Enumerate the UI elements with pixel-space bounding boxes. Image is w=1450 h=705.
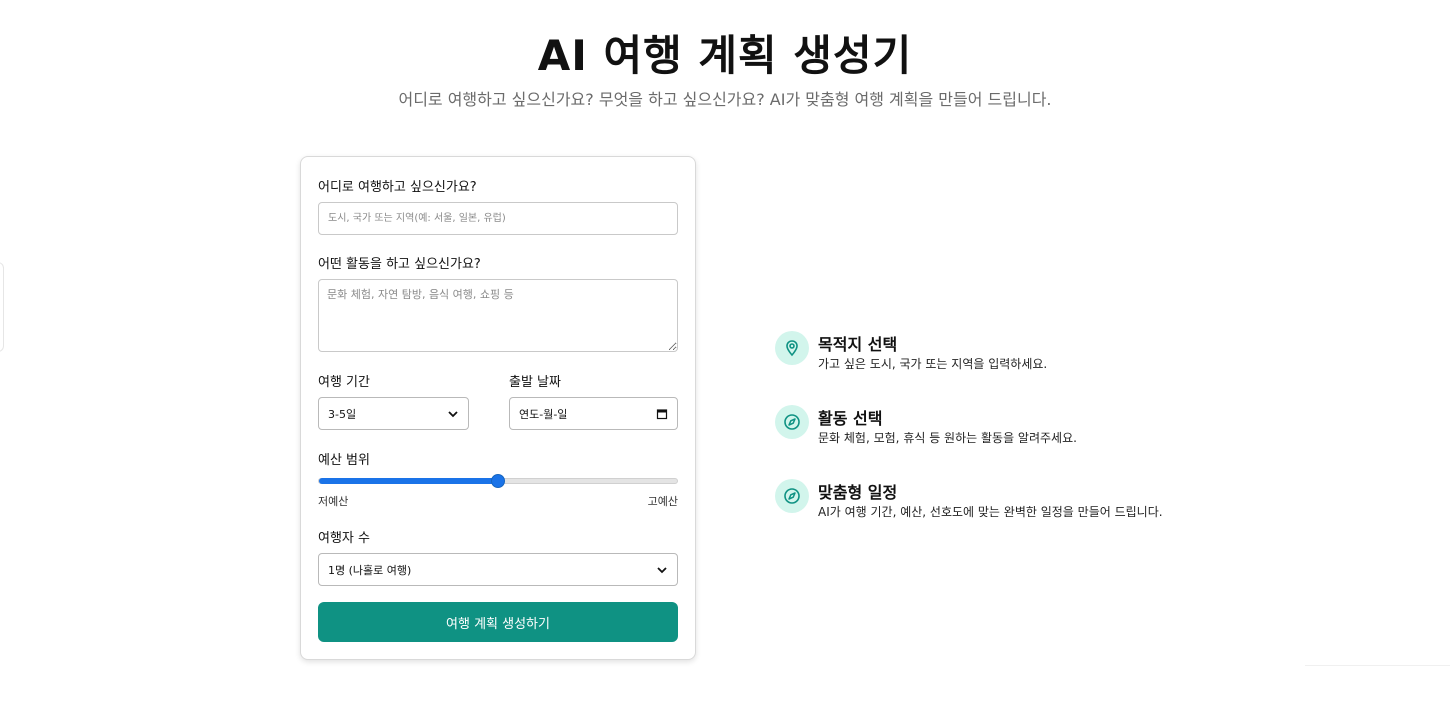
start-date-value: 연도-월-일	[519, 407, 568, 421]
duration-select[interactable]: 3-5일	[318, 397, 469, 430]
travelers-selected-value: 1명 (나홀로 여행)	[328, 563, 412, 577]
start-date-input[interactable]: 연도-월-일	[509, 397, 678, 430]
travelers-label: 여행자 수	[318, 531, 370, 546]
compass-icon	[784, 414, 800, 430]
budget-label: 예산 범위	[318, 453, 370, 468]
duration-label: 여행 기간	[318, 375, 370, 390]
budget-slider-thumb[interactable]	[491, 474, 505, 488]
feature-icon-badge	[775, 405, 809, 439]
activities-textarea[interactable]	[318, 279, 678, 352]
feature-title: 맞춤형 일정	[818, 483, 898, 502]
calendar-icon[interactable]	[656, 408, 668, 420]
budget-max-label: 고예산	[647, 495, 678, 508]
duration-selected-value: 3-5일	[328, 407, 357, 421]
travelers-select[interactable]: 1명 (나홀로 여행)	[318, 553, 678, 586]
budget-slider[interactable]	[318, 474, 678, 488]
feature-description: 가고 싶은 도시, 국가 또는 지역을 입력하세요.	[818, 357, 1048, 371]
feature-title: 목적지 선택	[818, 335, 898, 354]
activities-label: 어떤 활동을 하고 싶으신가요?	[318, 257, 481, 272]
generate-plan-button[interactable]: 여행 계획 생성하기	[318, 602, 678, 642]
budget-min-label: 저예산	[318, 495, 349, 508]
location-pin-icon	[786, 340, 798, 357]
page-subtitle: 어디로 여행하고 싶으신가요? 무엇을 하고 싶으신가요? AI가 맞춤형 여행…	[398, 90, 1052, 109]
destination-input[interactable]	[318, 202, 678, 235]
feature-icon-badge	[775, 331, 809, 365]
chevron-down-icon	[448, 410, 458, 417]
divider	[1305, 665, 1450, 666]
feature-description: 문화 체험, 모험, 휴식 등 원하는 활동을 알려주세요.	[818, 431, 1077, 445]
chevron-down-icon	[657, 566, 667, 573]
feature-description: AI가 여행 기간, 예산, 선호도에 맞는 완벽한 일정을 만들어 드립니다.	[818, 505, 1163, 519]
destination-label: 어디로 여행하고 싶으신가요?	[318, 180, 477, 195]
compass-icon	[784, 488, 800, 504]
page-title: AI 여행 계획 생성기	[537, 31, 913, 80]
trip-form-card: 어디로 여행하고 싶으신가요? 어떤 활동을 하고 싶으신가요? 여행 기간 3…	[300, 156, 696, 660]
budget-slider-fill	[319, 478, 498, 484]
feature-icon-badge	[775, 479, 809, 513]
feature-title: 활동 선택	[818, 409, 883, 428]
start-date-label: 출발 날짜	[509, 375, 561, 390]
left-edge-decoration	[0, 262, 4, 352]
